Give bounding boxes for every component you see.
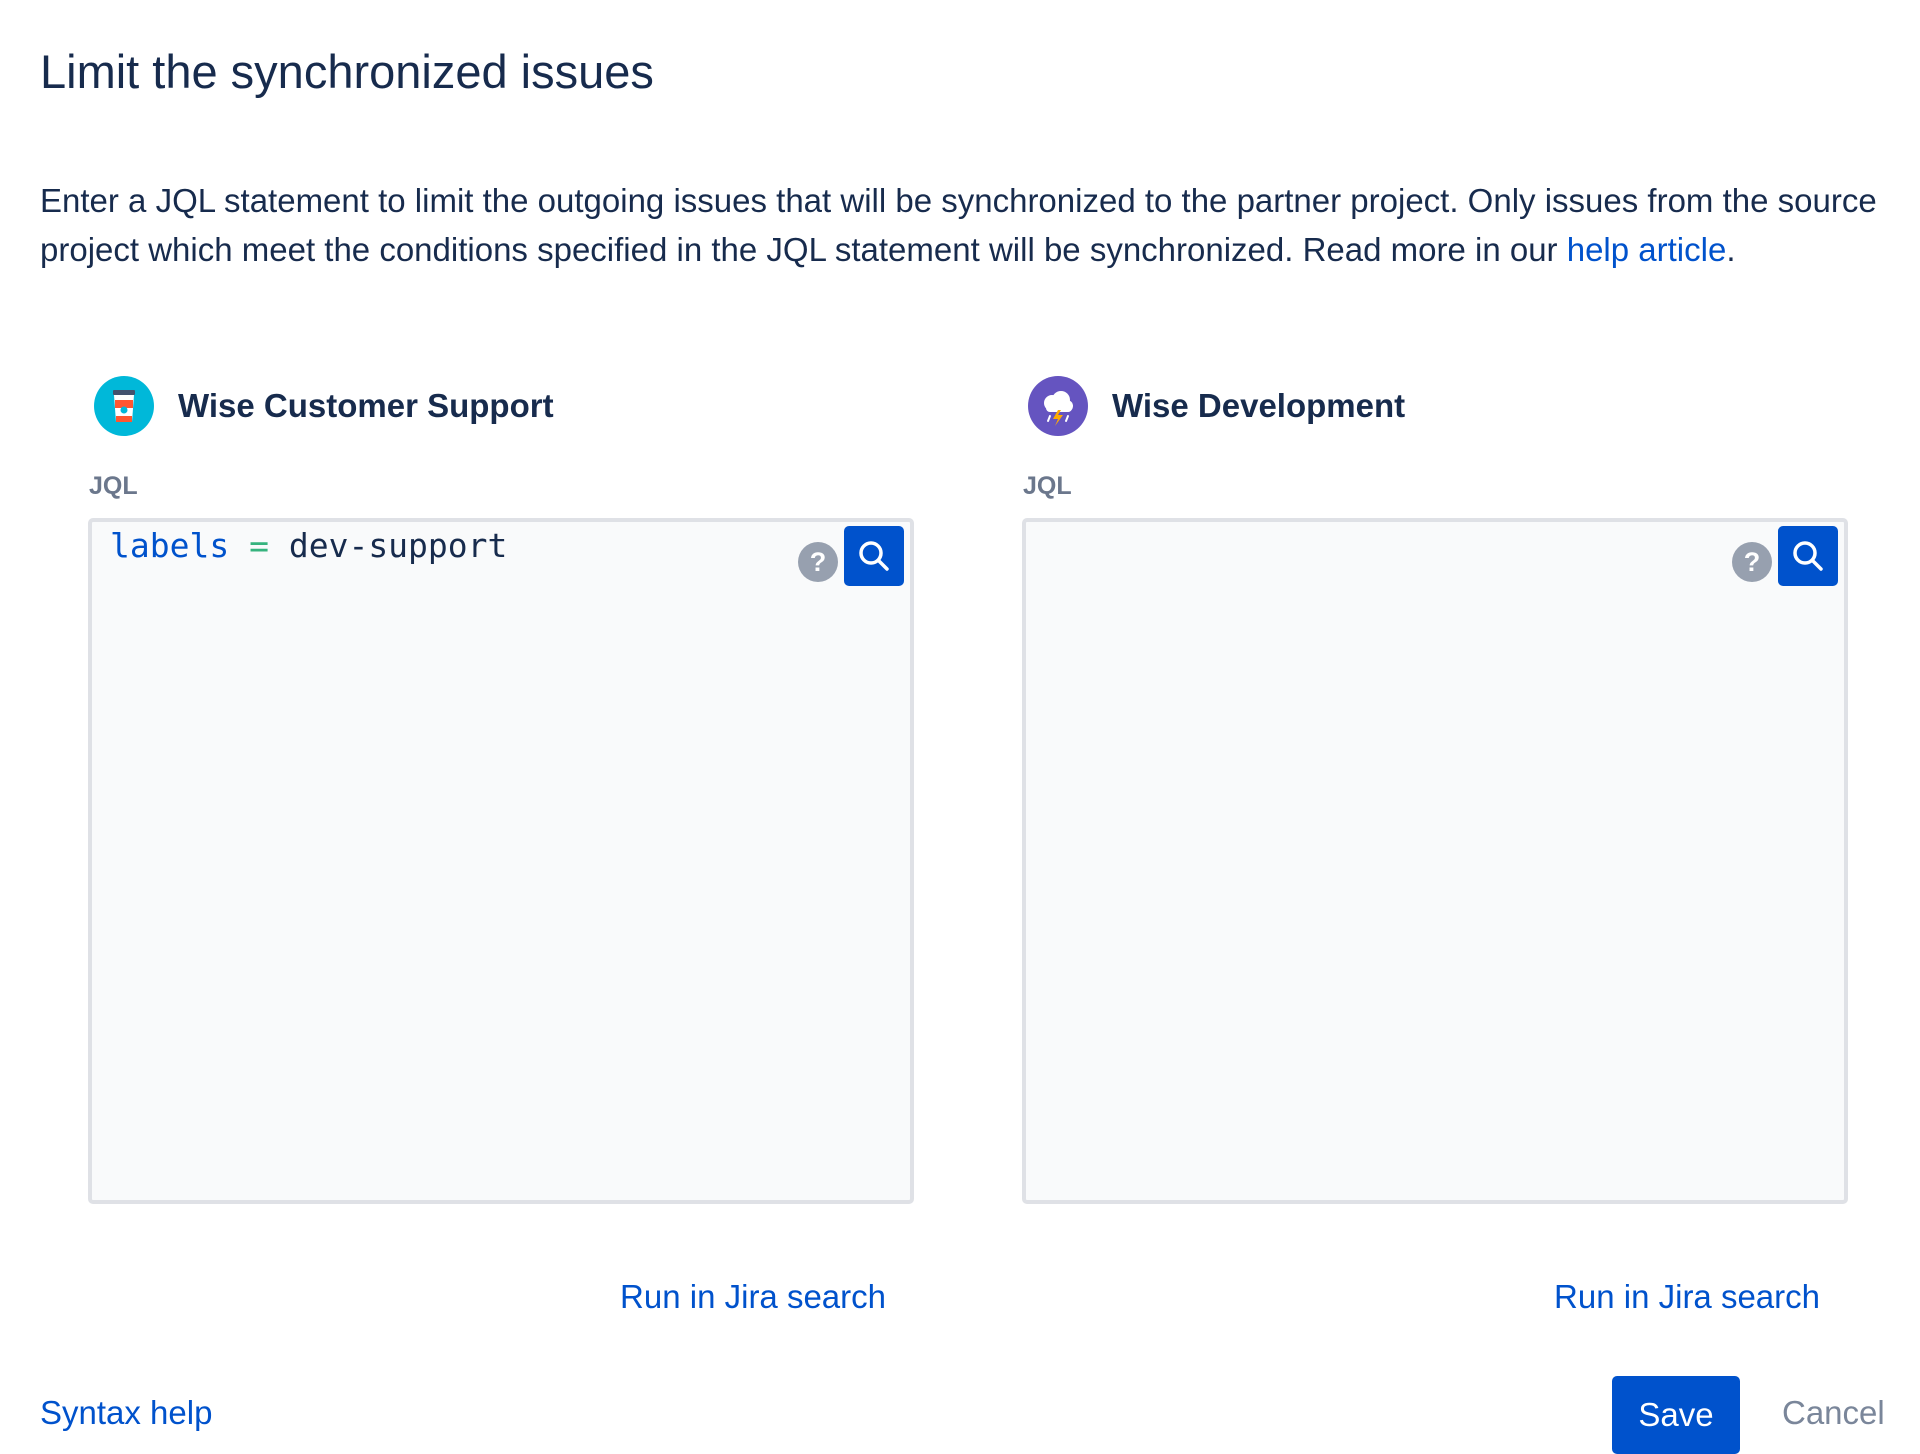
save-button[interactable]: Save bbox=[1612, 1376, 1740, 1454]
jql-editor[interactable]: labels = dev-support ? bbox=[88, 518, 914, 1204]
jql-operator-token: = bbox=[249, 526, 269, 565]
run-in-jira-search-link[interactable]: Run in Jira search bbox=[1554, 1278, 1820, 1316]
search-button[interactable] bbox=[1778, 526, 1838, 586]
jql-field-token: labels bbox=[110, 526, 230, 565]
storm-cloud-icon bbox=[1028, 376, 1088, 436]
search-icon bbox=[1793, 541, 1823, 571]
project-header: Wise Customer Support bbox=[94, 376, 554, 436]
cancel-button[interactable]: Cancel bbox=[1782, 1394, 1885, 1432]
dialog-title: Limit the synchronized issues bbox=[40, 45, 654, 98]
coffee-cup-icon bbox=[94, 376, 154, 436]
jql-editor[interactable]: ? bbox=[1022, 518, 1848, 1204]
description-suffix: . bbox=[1726, 231, 1736, 268]
dialog-description: Enter a JQL statement to limit the outgo… bbox=[40, 176, 1880, 274]
jql-value-token: dev-support bbox=[288, 526, 508, 565]
project-name: Wise Development bbox=[1112, 387, 1406, 424]
search-button[interactable] bbox=[844, 526, 904, 586]
project-name: Wise Customer Support bbox=[178, 387, 554, 424]
project-header: Wise Development bbox=[1028, 376, 1405, 436]
help-icon[interactable]: ? bbox=[1732, 542, 1772, 582]
run-in-jira-search-link[interactable]: Run in Jira search bbox=[620, 1278, 886, 1316]
jql-query: labels = dev-support bbox=[110, 526, 507, 566]
jql-label: JQL bbox=[1023, 472, 1072, 500]
help-icon[interactable]: ? bbox=[798, 542, 838, 582]
limit-sync-dialog: Limit the synchronized issues Enter a JQ… bbox=[0, 0, 1920, 1454]
jql-label: JQL bbox=[89, 472, 138, 500]
help-article-link[interactable]: help article bbox=[1567, 231, 1727, 268]
search-icon bbox=[859, 541, 889, 571]
syntax-help-link[interactable]: Syntax help bbox=[40, 1394, 212, 1432]
